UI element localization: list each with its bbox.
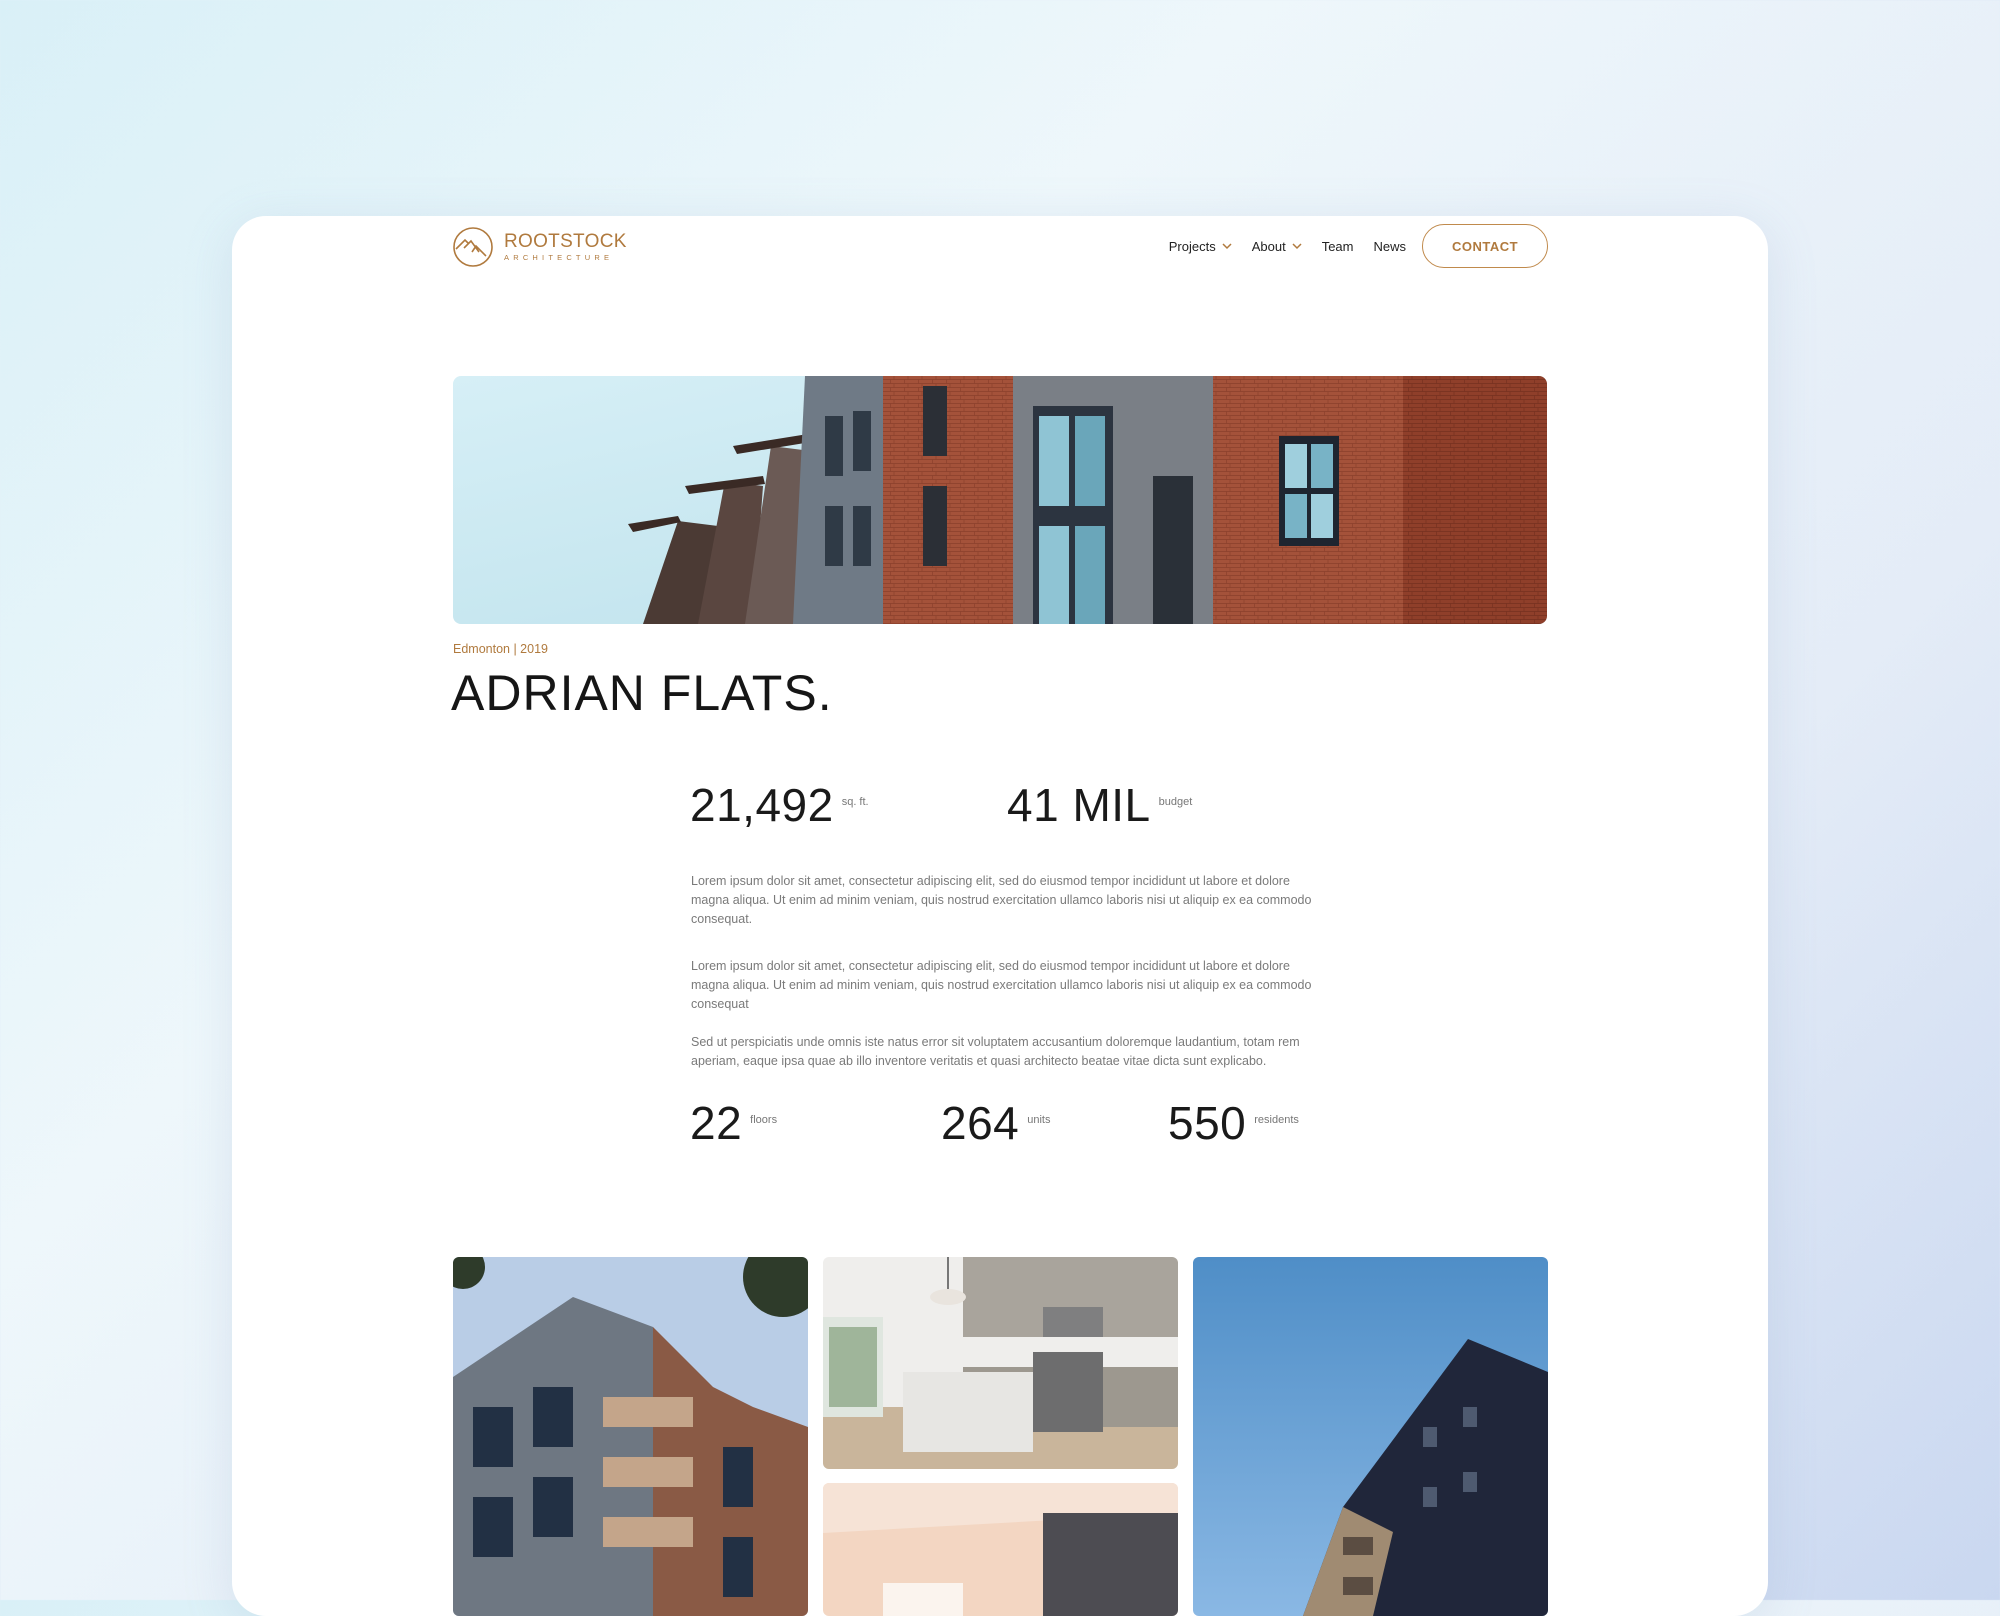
stat-floors-value: 22: [690, 1097, 743, 1149]
stat-budget-value: 41 MIL: [1007, 779, 1151, 831]
stat-area: 21,492 sq. ft.: [690, 778, 869, 832]
gallery-image-interior[interactable]: [823, 1483, 1178, 1616]
nav-item-about[interactable]: About: [1252, 239, 1302, 254]
nav-item-team[interactable]: Team: [1322, 239, 1354, 254]
stat-residents: 550 residents: [1168, 1096, 1299, 1150]
gallery-image-building[interactable]: [453, 1257, 808, 1616]
stat-residents-unit: residents: [1254, 1114, 1299, 1126]
stat-units-unit: units: [1027, 1114, 1051, 1126]
logo-icon: [453, 227, 493, 267]
description-paragraph: Sed ut perspiciatis unde omnis iste natu…: [691, 1035, 1300, 1068]
chevron-down-icon: [1292, 243, 1302, 250]
gallery-image-kitchen[interactable]: [823, 1257, 1178, 1469]
page-title: ADRIAN FLATS.: [451, 665, 833, 721]
stat-floors-unit: floors: [750, 1114, 778, 1126]
page-card: ROOTSTOCK ARCHITECTURE Projects About Te…: [232, 216, 1768, 1616]
description-paragraph: Lorem ipsum dolor sit amet, consectetur …: [691, 874, 1312, 926]
contact-button[interactable]: CONTACT: [1422, 224, 1548, 268]
nav-item-label: Projects: [1168, 238, 1216, 254]
chevron-down-icon: [1222, 243, 1232, 250]
stat-floors: 22 floors: [690, 1096, 777, 1150]
main-nav: Projects About Team News CONTACT: [1149, 224, 1548, 268]
nav-item-projects[interactable]: Projects: [1169, 239, 1232, 254]
stat-units: 264 units: [941, 1096, 1051, 1150]
hero-image: [453, 376, 1547, 624]
gallery-image-tower[interactable]: [1193, 1257, 1548, 1616]
logo-name: ROOTSTOCK: [504, 231, 627, 253]
project-meta: Edmonton | 2019: [453, 642, 548, 656]
stat-units-value: 264: [941, 1097, 1020, 1149]
stat-budget: 41 MIL budget: [1007, 778, 1192, 832]
stat-area-unit: sq. ft.: [841, 796, 869, 808]
nav-item-label: About: [1251, 238, 1286, 254]
logo-subtitle: ARCHITECTURE: [504, 253, 614, 263]
description-paragraph: Lorem ipsum dolor sit amet, consectetur …: [691, 959, 1312, 1011]
nav-item-label: News: [1373, 238, 1406, 254]
logo[interactable]: ROOTSTOCK ARCHITECTURE: [452, 226, 627, 268]
nav-item-label: Team: [1321, 238, 1354, 254]
nav-item-news[interactable]: News: [1373, 239, 1406, 254]
stat-area-value: 21,492: [690, 779, 834, 831]
stat-budget-unit: budget: [1158, 796, 1193, 808]
stat-residents-value: 550: [1168, 1097, 1247, 1149]
